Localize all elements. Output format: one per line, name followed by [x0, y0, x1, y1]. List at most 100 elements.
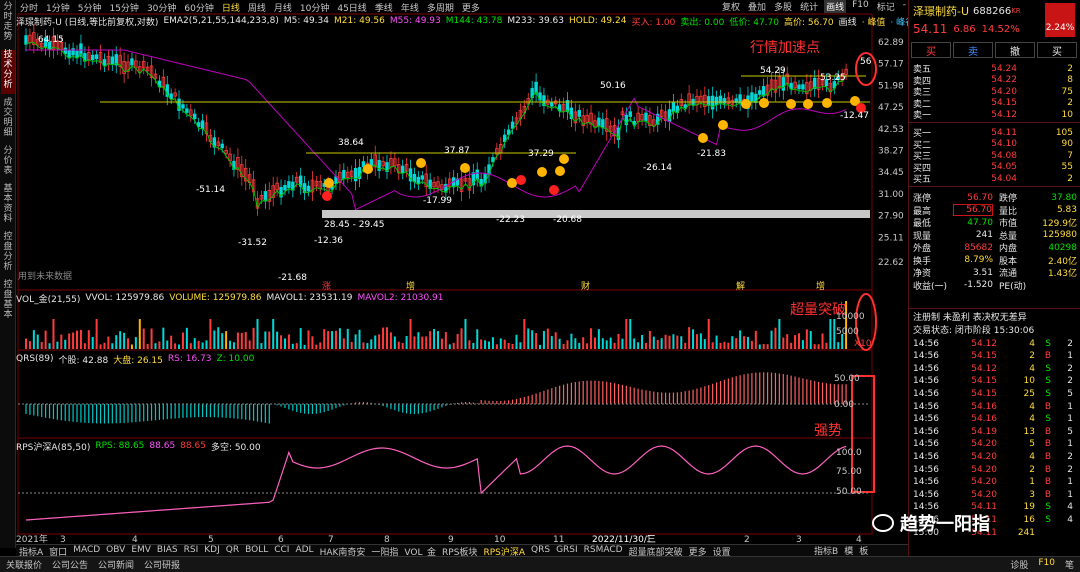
tool-6[interactable]: 标记 [875, 0, 897, 13]
candle-body [200, 120, 205, 130]
period-tab-14[interactable]: 更多 [458, 1, 484, 14]
left-tab-4[interactable]: 基本资料 [1, 184, 15, 228]
hold-value: HOLD: 49.24 [568, 16, 627, 26]
indicator-tab-2[interactable]: MACD [70, 545, 103, 556]
qrs-name[interactable]: QRS(89) [16, 354, 54, 364]
tick-price: 54.12 [971, 363, 997, 374]
event-marker[interactable]: 财 [581, 280, 590, 292]
reg-line: 注册制 未盈利 表决权无差异 [909, 311, 1080, 323]
volume-bar [83, 343, 86, 349]
tool-1[interactable]: 叠加 [746, 0, 768, 13]
trade-button-0[interactable]: 买 [911, 42, 951, 58]
indicator-tab-0[interactable]: 指标A [16, 545, 46, 558]
bids-price: 54.10 [991, 139, 1017, 149]
tool-0[interactable]: 复权 [720, 0, 742, 13]
status-right-1[interactable]: F10 [1038, 558, 1055, 571]
period-tab-10[interactable]: 45日线 [333, 1, 370, 14]
left-tab-3[interactable]: 分价表 [1, 146, 15, 180]
period-tab-1[interactable]: 1分钟 [42, 1, 74, 14]
event-marker[interactable]: 增 [406, 280, 415, 292]
indicator-tab-14[interactable]: VOL_金 [401, 545, 439, 558]
tool-7[interactable]: - [901, 0, 908, 13]
indicator-right-2[interactable]: 板 [859, 544, 868, 557]
status-link-0[interactable]: 关联报价 [6, 558, 42, 571]
indicator-tab-22[interactable]: 设置 [710, 545, 734, 558]
indicator-tab-5[interactable]: BIAS [154, 545, 181, 556]
volume-bar [558, 338, 561, 349]
status-link-3[interactable]: 公司研报 [144, 558, 180, 571]
event-marker[interactable]: 解 [736, 280, 745, 292]
volume-bar [185, 327, 188, 349]
candle-body [181, 104, 185, 109]
ema-label[interactable]: EMA2(5,21,55,144,233,8) [163, 16, 278, 26]
indicator-tab-12[interactable]: HAK南奇安 [317, 545, 369, 558]
period-tab-11[interactable]: 季线 [371, 1, 397, 14]
indicator-tab-16[interactable]: RPS沪深A [480, 545, 528, 558]
indicator-tab-9[interactable]: BOLL [242, 545, 271, 556]
indicator-tab-1[interactable]: 窗口 [46, 545, 70, 558]
volume-bar [464, 319, 467, 349]
period-tab-6[interactable]: 日线 [218, 1, 244, 14]
price-label: 28.45 - 29.45 [324, 220, 385, 230]
indicator-tab-21[interactable]: 更多 [686, 545, 710, 558]
period-tab-12[interactable]: 年线 [397, 1, 423, 14]
left-tab-2[interactable]: 成交明细 [1, 98, 15, 142]
indicator-tab-11[interactable]: ADL [292, 545, 316, 556]
kline-chart-area[interactable]: 62.89 57.17 51.98 47.25 42.53 38.27 34.45 31.00… [16, 0, 908, 548]
status-link-2[interactable]: 公司新闻 [98, 558, 134, 571]
period-tab-3[interactable]: 15分钟 [105, 1, 142, 14]
period-tab-7[interactable]: 周线 [244, 1, 270, 14]
vol-indicator-info: VOL_金(21,55) VVOL: 125979.86 VOLUME: 125… [16, 292, 444, 305]
period-tab-4[interactable]: 30分钟 [143, 1, 180, 14]
indicator-tab-18[interactable]: GRSI [553, 545, 581, 556]
volume-bar [221, 333, 224, 349]
trade-button-1[interactable]: 卖 [953, 42, 993, 58]
tick-row: 14:56 54.20 4 B 2 [909, 451, 1080, 462]
trade-button-2[interactable]: 撤 [995, 42, 1035, 58]
indicator-tab-10[interactable]: CCI [271, 545, 292, 556]
tool-5[interactable]: F10 [850, 0, 871, 13]
indicator-tab-15[interactable]: RPS板块 [439, 545, 480, 558]
period-tab-9[interactable]: 10分钟 [296, 1, 333, 14]
volume-bar [794, 335, 797, 349]
period-tab-13[interactable]: 多周期 [423, 1, 458, 14]
volume-bar [397, 341, 400, 349]
tool-4[interactable]: 画线 [824, 0, 847, 13]
indicator-tab-8[interactable]: QR [223, 545, 242, 556]
status-right-0[interactable]: 诊股 [1010, 558, 1028, 571]
indicator-tab-19[interactable]: RSMACD [581, 545, 626, 556]
indicator-right-1[interactable]: 模 [844, 544, 853, 557]
rps-name[interactable]: RPS沪深A(85,50) [16, 440, 90, 453]
period-tab-8[interactable]: 月线 [270, 1, 296, 14]
tick-side: B [1044, 451, 1051, 462]
left-tab-1[interactable]: 技术分析 [1, 50, 15, 94]
period-tab-5[interactable]: 60分钟 [180, 1, 217, 14]
volume-bar [123, 332, 126, 349]
m144-value: M144: 43.78 [445, 16, 503, 26]
period-tab-0[interactable]: 分时 [16, 1, 42, 14]
left-tab-5[interactable]: 控盘分析 [1, 232, 15, 276]
status-right-2[interactable]: 笔 [1065, 558, 1074, 571]
period-tab-2[interactable]: 5分钟 [74, 1, 106, 14]
tool-2[interactable]: 多股 [772, 0, 794, 13]
indicator-right-0[interactable]: 指标B [814, 544, 838, 557]
indicator-tab-13[interactable]: 一阳指 [368, 545, 401, 558]
indicator-tab-17[interactable]: QRS [528, 545, 553, 556]
volume-bar [244, 332, 247, 349]
tick-count: 2 [1067, 451, 1073, 462]
indicator-tab-3[interactable]: OBV [103, 545, 128, 556]
indicator-tab-6[interactable]: RSI [181, 545, 202, 556]
volume-bars [25, 301, 848, 349]
tool-3[interactable]: 统计 [798, 0, 820, 13]
event-marker[interactable]: 涨 [322, 281, 331, 292]
status-link-1[interactable]: 公司公告 [52, 558, 88, 571]
indicator-tab-7[interactable]: KDJ [201, 545, 223, 556]
qrs-z-value: Z: 10.00 [216, 354, 255, 364]
event-marker[interactable]: 增 [816, 280, 825, 292]
vol-name[interactable]: VOL_金(21,55) [16, 292, 80, 305]
trade-button-3[interactable]: 买 [1037, 42, 1077, 58]
left-tab-0[interactable]: 分时走势 [1, 2, 15, 46]
indicator-tab-20[interactable]: 超量底部突破 [626, 545, 686, 558]
indicator-tab-4[interactable]: EMV [128, 545, 154, 556]
left-tab-6[interactable]: 控盘基本 [1, 280, 15, 324]
